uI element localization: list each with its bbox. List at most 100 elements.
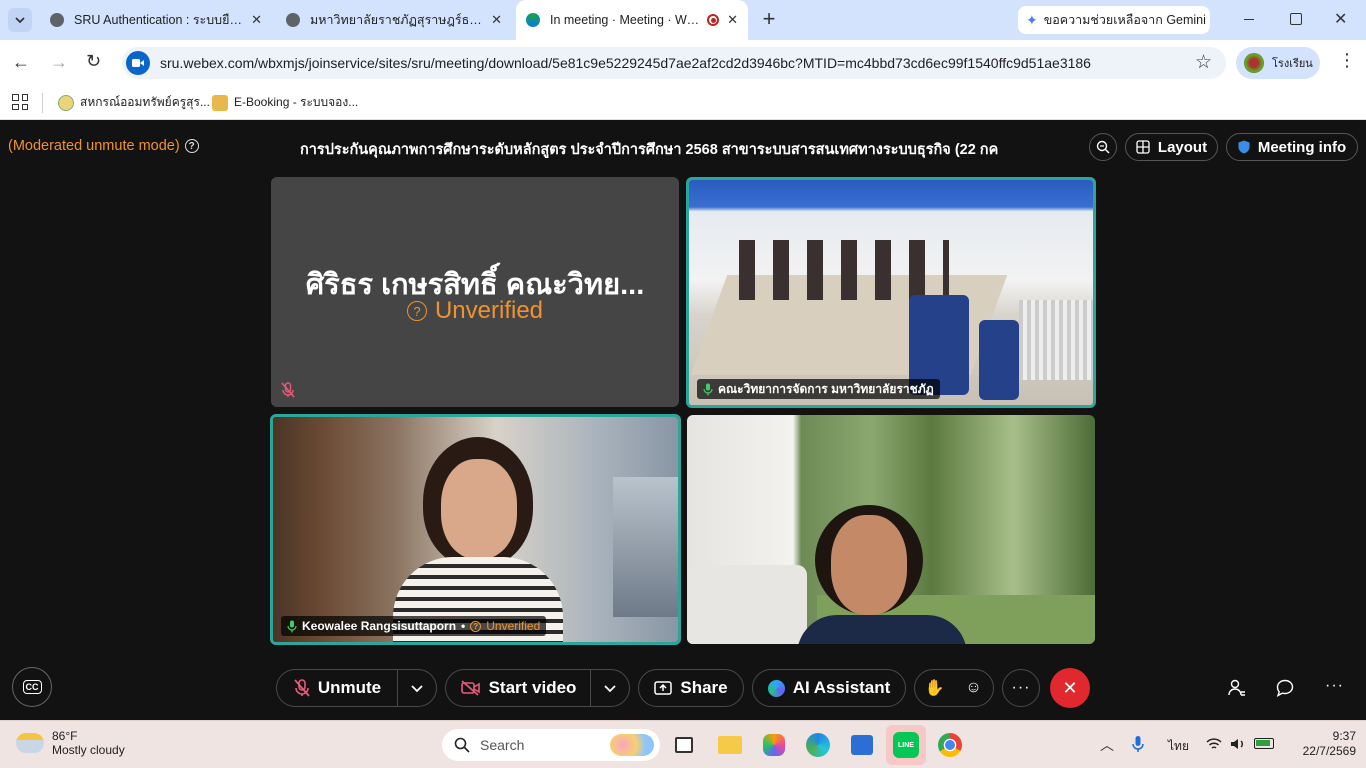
more-menu-icon[interactable]: ⋮ [1338, 51, 1356, 69]
edge-icon[interactable] [804, 731, 832, 759]
mic-icon[interactable] [1132, 735, 1144, 753]
new-tab-button[interactable]: + [758, 6, 780, 34]
mode-label: (Moderated unmute mode) [8, 138, 180, 154]
close-tab-icon[interactable]: ✕ [491, 12, 502, 28]
closed-captions-button[interactable]: CC [12, 667, 52, 707]
store-icon[interactable] [848, 731, 876, 759]
participant-tile[interactable]: ศิริธร เกษรสิทธิ์ คณะวิทย... ? Unverifie… [271, 177, 679, 407]
cc-icon: CC [22, 680, 42, 694]
chevron-down-icon [411, 685, 423, 693]
participants-button[interactable] [1228, 679, 1246, 702]
globe-icon [286, 13, 300, 27]
bookmark-label: สหกรณ์ออมทรัพย์ครูสุร... [80, 95, 210, 109]
show-hidden-icons[interactable]: ︿ [1100, 735, 1114, 755]
weather-temperature: 86°F [52, 729, 78, 743]
line-app-icon[interactable]: LINE [886, 725, 926, 765]
clock-time: 9:37 [1332, 729, 1356, 743]
weather-widget[interactable]: 86°F Mostly cloudy [16, 729, 125, 757]
search-highlight-icon [610, 734, 654, 756]
audio-options-button[interactable] [397, 669, 437, 707]
webex-icon [526, 13, 540, 27]
layout-grid-icon [1136, 140, 1150, 154]
close-icon: ✕ [1062, 677, 1078, 698]
taskbar-search-box[interactable]: Search [442, 729, 660, 761]
minimize-button[interactable] [1242, 12, 1256, 26]
participant-name: Keowalee Rangsisuttaporn [302, 619, 457, 633]
bookmark-label: E-Booking - ระบบจอง... [234, 95, 359, 109]
more-options-button[interactable]: ··· [1002, 669, 1040, 707]
participant-namebar: คณะวิทยาการจัดการ มหาวิทยาลัยราชภัฏ [697, 379, 940, 399]
file-explorer-icon[interactable] [716, 731, 744, 759]
participants-icon [1228, 679, 1245, 696]
search-icon [454, 737, 470, 753]
ebooking-icon [212, 94, 228, 111]
bookmark-cooperative[interactable]: สหกรณ์ออมทรัพย์ครูสุร... [58, 93, 210, 112]
share-label: Share [680, 678, 728, 697]
raise-hand-icon[interactable]: ✋ [915, 678, 954, 698]
tab-sru-authentication[interactable]: SRU Authentication : ระบบยืนยันตัวตน ✕ [40, 6, 272, 34]
volume-icon[interactable] [1230, 737, 1246, 751]
meeting-info-button[interactable]: Meeting info [1226, 133, 1358, 161]
participant-tile-active-speaker[interactable]: คณะวิทยาการจัดการ มหาวิทยาลัยราชภัฏ [686, 177, 1096, 408]
start-video-button[interactable]: Start video [445, 669, 591, 707]
participant-tile[interactable] [687, 415, 1095, 644]
moderated-unmute-mode[interactable]: (Moderated unmute mode) ? [8, 138, 199, 154]
reload-button[interactable]: ↻ [86, 51, 101, 72]
leave-meeting-button[interactable]: ✕ [1050, 668, 1090, 708]
start-video-label: Start video [488, 678, 577, 697]
wifi-icon[interactable] [1206, 737, 1222, 751]
participant-video [273, 417, 678, 642]
meeting-info-label: Meeting info [1257, 138, 1347, 156]
ai-assistant-button[interactable]: AI Assistant [752, 669, 906, 707]
tab-title: SRU Authentication : ระบบยืนยันตัวตน [74, 13, 243, 27]
close-tab-icon[interactable]: ✕ [251, 12, 262, 28]
mic-icon [703, 383, 713, 395]
profile-chip[interactable]: โรงเรียน [1236, 47, 1320, 79]
more-menu-icon[interactable]: ··· [1325, 677, 1344, 695]
clock[interactable]: 9:37 22/7/2569 [1288, 729, 1356, 759]
unmute-button[interactable]: Unmute [276, 669, 398, 707]
tab-sru-university[interactable]: มหาวิทยาลัยราชภัฏสุราษฎร์ธานี ✕ [276, 6, 512, 34]
zoom-button[interactable] [1089, 133, 1117, 161]
status-label: Unverified [434, 297, 544, 324]
url-omnibox[interactable]: sru.webex.com/wbxmjs/joinservice/sites/s… [122, 47, 1226, 79]
share-button[interactable]: Share [638, 669, 744, 707]
layout-button[interactable]: Layout [1125, 133, 1218, 161]
more-dots-icon: ··· [1011, 679, 1031, 696]
chat-button[interactable] [1276, 679, 1294, 702]
task-view-icon[interactable] [670, 731, 698, 759]
gemini-icon: ✦ [1026, 11, 1038, 28]
unmute-label: Unmute [317, 678, 382, 697]
input-language[interactable]: ไทย [1168, 737, 1189, 756]
tab-search-button[interactable] [8, 8, 32, 32]
chrome-icon[interactable] [936, 731, 964, 759]
bookmark-ebooking[interactable]: E-Booking - ระบบจอง... [212, 93, 358, 112]
video-off-icon [460, 680, 480, 696]
restore-button[interactable] [1290, 13, 1302, 25]
url-text: sru.webex.com/wbxmjs/joinservice/sites/s… [160, 55, 1091, 71]
gemini-label: ขอความช่วยเหลือจาก Gemini [1043, 13, 1206, 27]
back-button[interactable]: ← [12, 52, 30, 73]
participant-tile[interactable]: Keowalee Rangsisuttaporn • ? Unverified [270, 414, 681, 645]
copilot-icon[interactable] [760, 731, 788, 759]
profile-name: โรงเรียน [1272, 58, 1313, 70]
shield-icon [1238, 140, 1250, 154]
help-icon: ? [470, 620, 482, 632]
battery-icon[interactable] [1254, 738, 1274, 749]
close-tab-icon[interactable]: ✕ [727, 12, 738, 28]
bookmark-star-icon[interactable]: ☆ [1195, 51, 1212, 74]
meeting-controls-bar: CC Unmute Start video Share AI Assistant… [0, 661, 1366, 721]
emoji-reaction-icon[interactable]: ☺ [954, 679, 993, 697]
help-icon[interactable]: ? [184, 139, 199, 153]
close-window-button[interactable]: ✕ [1334, 9, 1347, 29]
windows-start-icon[interactable] [404, 731, 432, 759]
help-icon: ? [406, 301, 427, 321]
apps-grid-icon[interactable] [12, 94, 28, 110]
video-options-button[interactable] [590, 669, 630, 707]
ai-assistant-icon [767, 679, 785, 697]
avatar [1244, 53, 1264, 73]
reactions-group: ✋ ☺ [914, 669, 994, 707]
forward-button[interactable]: → [50, 52, 68, 73]
tab-webex-meeting[interactable]: In meeting · Meeting · Webex ✕ [516, 0, 748, 40]
gemini-button[interactable]: ✦ ขอความช่วยเหลือจาก Gemini [1018, 6, 1210, 34]
